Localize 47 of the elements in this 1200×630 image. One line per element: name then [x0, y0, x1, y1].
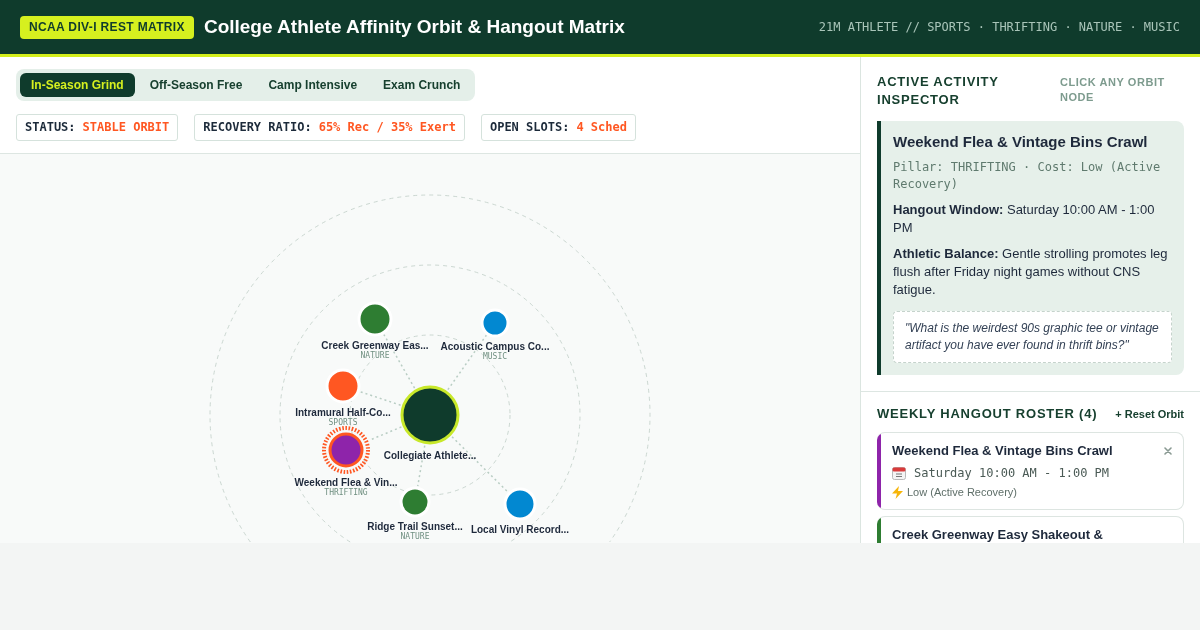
reset-button[interactable]: + Reset Orbit [1115, 407, 1184, 421]
chip-value: 65% Rec / 35% Exert [318, 120, 456, 135]
pillar-label: SPORTS [328, 418, 358, 427]
roster-card[interactable]: Creek Greenway Easy Shakeout & [877, 516, 1184, 543]
hint-text: CLICK ANY ORBIT NODE [1060, 75, 1166, 105]
activity-detail: Hangout Window: Saturday 10:00 AM - 1:00 PM [893, 201, 1156, 237]
selection-ring [322, 426, 370, 474]
chip-value: 4 Sched [576, 120, 627, 135]
hub-node[interactable] [400, 385, 460, 445]
tab[interactable]: Exam Crunch [372, 73, 472, 97]
activity-title: Weekend Flea & Vintage Bins Crawl [893, 133, 1149, 151]
node-label: Local Vinyl Record... [470, 524, 570, 535]
roster-card[interactable]: Weekend Flea & Vintage Bins Crawl Saturday 10:00 AM - 1:00 PM Low (Active Recovery) [877, 432, 1184, 510]
node-label: Creek Greenway Eas... [321, 340, 429, 351]
tab[interactable]: In-Season Grind [20, 73, 135, 97]
prompt-quote: "What is the weirdest 90s graphic tee or vintage artifact you have ever found in thrift bins?" [893, 311, 1172, 363]
app-title: College Athlete Affinity Orbit & Hangout Matrix [203, 15, 625, 39]
activity-meta: Pillar: THRIFTING · Cost: Low (Active Recovery) [893, 159, 1162, 193]
chip-label: RECOVERY RATIO: [203, 120, 312, 135]
roster-title: Creek Greenway Easy Shakeout & [892, 526, 1103, 543]
pillar-label: NATURE [400, 532, 430, 541]
roster-title: Weekend Flea & Vintage Bins Crawl [892, 442, 1113, 459]
calendar-icon [892, 466, 906, 480]
node-label: Intramural Half-Co... [295, 407, 391, 418]
pillar-label: NATURE [360, 351, 390, 360]
pillar-label: THRIFTING [324, 488, 368, 497]
close-icon [1164, 447, 1172, 455]
app-badge: NCAA DIV-I REST MATRIX [20, 15, 194, 39]
activity-detail: Athletic Balance: Gentle strolling promotes leg flush after Friday night games without CNS fatigue. [893, 245, 1169, 299]
orbit-node[interactable] [328, 432, 364, 468]
lightning-icon [892, 485, 903, 499]
node-label: Weekend Flea & Vin... [294, 477, 398, 488]
tab[interactable]: Camp Intensive [257, 73, 369, 97]
pillar-label: MUSIC [482, 352, 508, 361]
header-tagline: 21M ATHLETE // SPORTS · THRIFTING · NATURE · MUSIC [818, 19, 1180, 36]
section-title: WEEKLY HANGOUT ROSTER (4) [877, 405, 1098, 423]
node-label: Acoustic Campus Co... [440, 341, 550, 352]
tab[interactable]: Off-Season Free [138, 73, 254, 97]
roster-time: Saturday 10:00 AM - 1:00 PM [914, 465, 1110, 481]
chip-label: STATUS: [25, 120, 76, 135]
chip-value: STABLE ORBIT [82, 120, 170, 135]
section-title: ACTIVE ACTIVITY INSPECTOR [877, 73, 1000, 109]
chip-label: OPEN SLOTS: [489, 120, 570, 135]
node-label: Ridge Trail Sunset... [367, 521, 463, 532]
remove-button[interactable] [1163, 446, 1173, 456]
roster-cost: Low (Active Recovery) [907, 485, 1018, 499]
node-label: Collegiate Athlete... [383, 450, 477, 461]
